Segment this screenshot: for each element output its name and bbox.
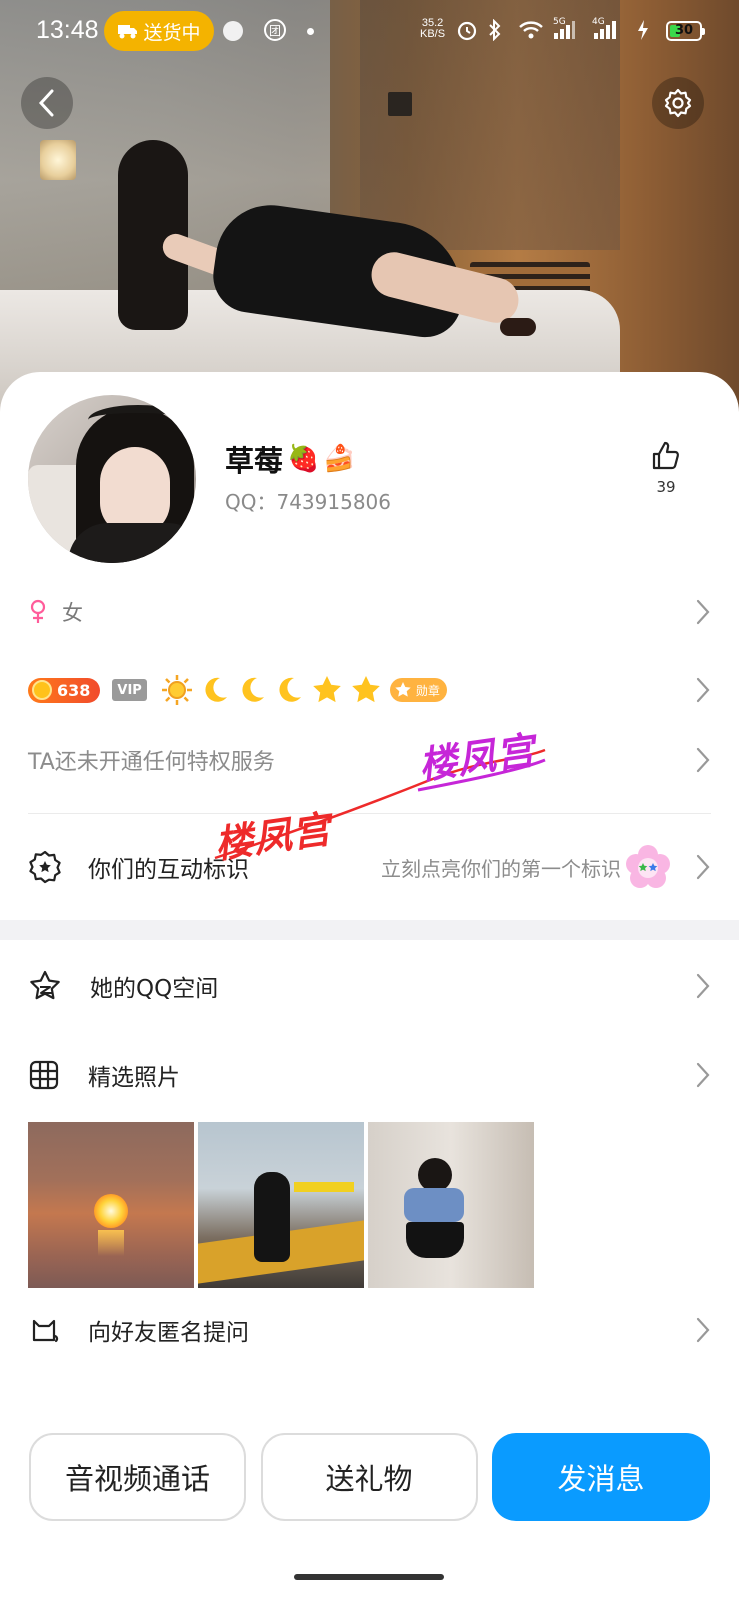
action-bar: 音视频通话 送礼物 发消息 <box>29 1433 710 1521</box>
send-message-button[interactable]: 发消息 <box>492 1433 710 1521</box>
watermark-stroke <box>214 748 546 860</box>
send-gift-button[interactable]: 送礼物 <box>260 1433 478 1521</box>
home-indicator[interactable] <box>294 1574 444 1580</box>
video-call-button[interactable]: 音视频通话 <box>29 1433 246 1521</box>
